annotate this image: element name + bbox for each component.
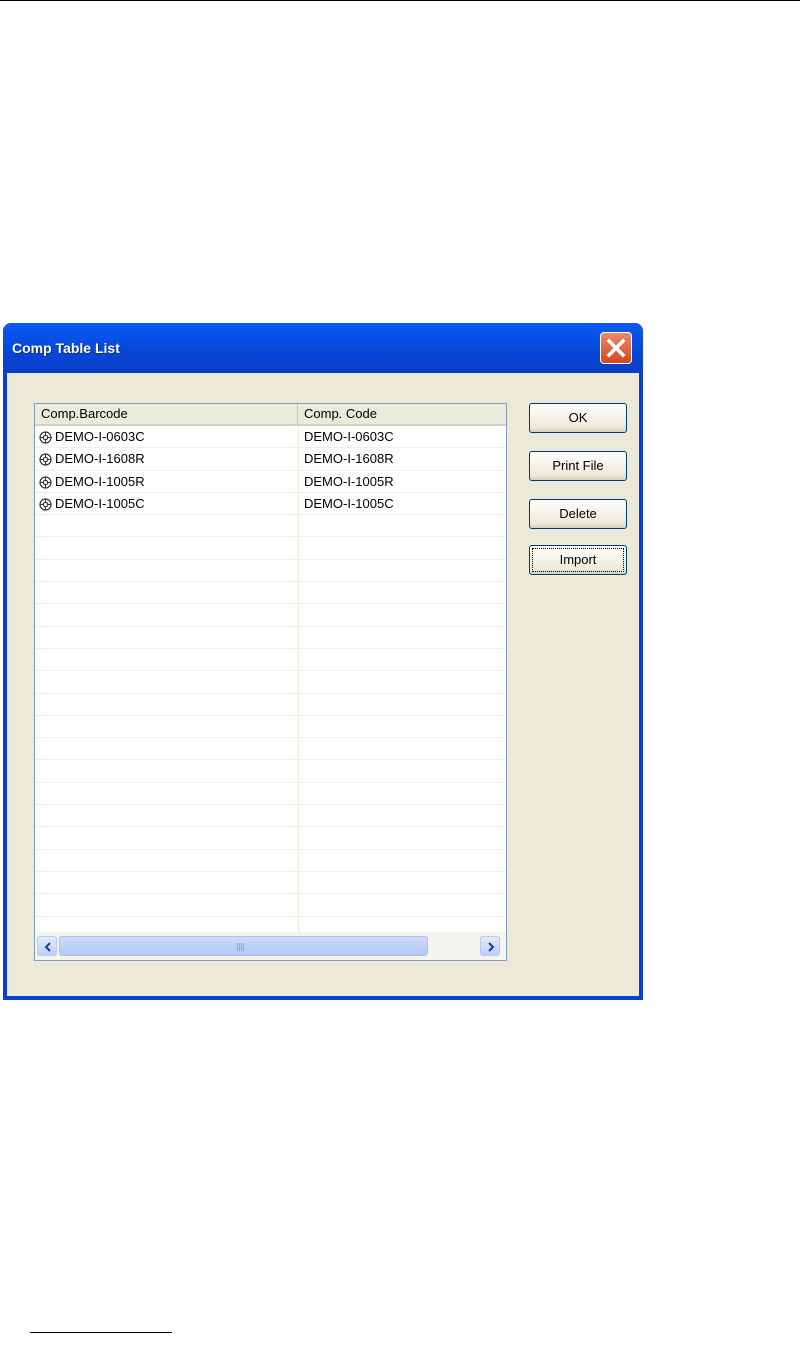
delete-button[interactable]: Delete (529, 499, 627, 529)
table-row[interactable] (35, 850, 506, 872)
table-row[interactable] (35, 694, 506, 716)
import-button[interactable]: Import (529, 545, 627, 575)
barcode-text: DEMO-I-0603C (55, 429, 145, 444)
barcode-text: DEMO-I-1005C (55, 495, 145, 511)
barcode-text: DEMO-I-1608R (55, 451, 145, 467)
reel-icon (39, 453, 52, 466)
cell-comp-code: DEMO-I-1005R (304, 473, 394, 489)
scroll-right-button[interactable] (480, 936, 500, 956)
table-row[interactable]: DEMO-I-1005R DEMO-I-1005R (35, 471, 506, 493)
column-header-comp-code[interactable]: Comp. Code (298, 404, 504, 424)
table-row[interactable] (35, 894, 506, 917)
comp-table-listview[interactable]: Comp.Barcode Comp. Code DEMO-I-0603C DEMO… (34, 403, 507, 961)
title-bar[interactable]: Comp Table List (3, 323, 643, 373)
table-row[interactable] (35, 827, 506, 850)
reel-icon (39, 498, 52, 511)
table-row[interactable] (35, 738, 506, 761)
cell-comp-barcode: DEMO-I-1005C (39, 493, 295, 515)
ok-button[interactable]: OK (529, 403, 627, 433)
table-row[interactable] (35, 604, 506, 627)
table-row[interactable] (35, 649, 506, 672)
table-row[interactable]: DEMO-I-1608R DEMO-I-1608R (35, 448, 506, 471)
barcode-text: DEMO-I-1005R (55, 473, 145, 489)
scroll-thumb[interactable] (59, 936, 428, 956)
page-top-rule (0, 0, 800, 1)
table-row[interactable]: DEMO-I-1005C DEMO-I-1005C (35, 493, 506, 516)
dialog-client-area: Comp.Barcode Comp. Code DEMO-I-0603C DEMO… (7, 373, 639, 996)
table-row[interactable] (35, 515, 506, 538)
chevron-right-icon (488, 942, 495, 952)
list-header: Comp.Barcode Comp. Code (35, 404, 506, 426)
print-file-button[interactable]: Print File (529, 451, 627, 481)
cell-comp-barcode: DEMO-I-0603C (39, 426, 295, 448)
cell-comp-code: DEMO-I-0603C (304, 429, 394, 444)
table-row[interactable] (35, 538, 506, 560)
chevron-left-icon (44, 942, 51, 952)
cell-comp-barcode: DEMO-I-1608R (39, 448, 295, 470)
cell-comp-code: DEMO-I-1005C (304, 495, 394, 511)
close-button[interactable] (600, 332, 632, 364)
horizontal-scrollbar[interactable] (35, 932, 506, 960)
footnote-rule (30, 1332, 172, 1333)
column-header-comp-barcode[interactable]: Comp.Barcode (35, 404, 298, 424)
table-row[interactable] (35, 716, 506, 739)
table-row[interactable] (35, 671, 506, 694)
table-row[interactable] (35, 560, 506, 583)
list-rows: DEMO-I-0603C DEMO-I-0603C DEMO-I-1608R DEMO… (35, 426, 506, 932)
comp-table-list-dialog: Comp Table List Comp.Barcode Comp. Code … (3, 323, 643, 1000)
reel-icon (39, 431, 52, 444)
table-row[interactable] (35, 872, 506, 895)
cell-comp-barcode: DEMO-I-1005R (39, 471, 295, 493)
table-row[interactable]: DEMO-I-0603C DEMO-I-0603C (35, 426, 506, 449)
scroll-left-button[interactable] (37, 936, 57, 956)
table-row[interactable] (35, 805, 506, 828)
cell-comp-code: DEMO-I-1608R (304, 451, 394, 467)
window-title: Comp Table List (12, 340, 120, 356)
table-row[interactable] (35, 582, 506, 605)
reel-icon (39, 476, 52, 489)
table-row[interactable] (35, 761, 506, 783)
close-icon (606, 338, 626, 358)
table-row[interactable] (35, 627, 506, 649)
scroll-grip (236, 943, 246, 951)
table-row[interactable] (35, 783, 506, 806)
